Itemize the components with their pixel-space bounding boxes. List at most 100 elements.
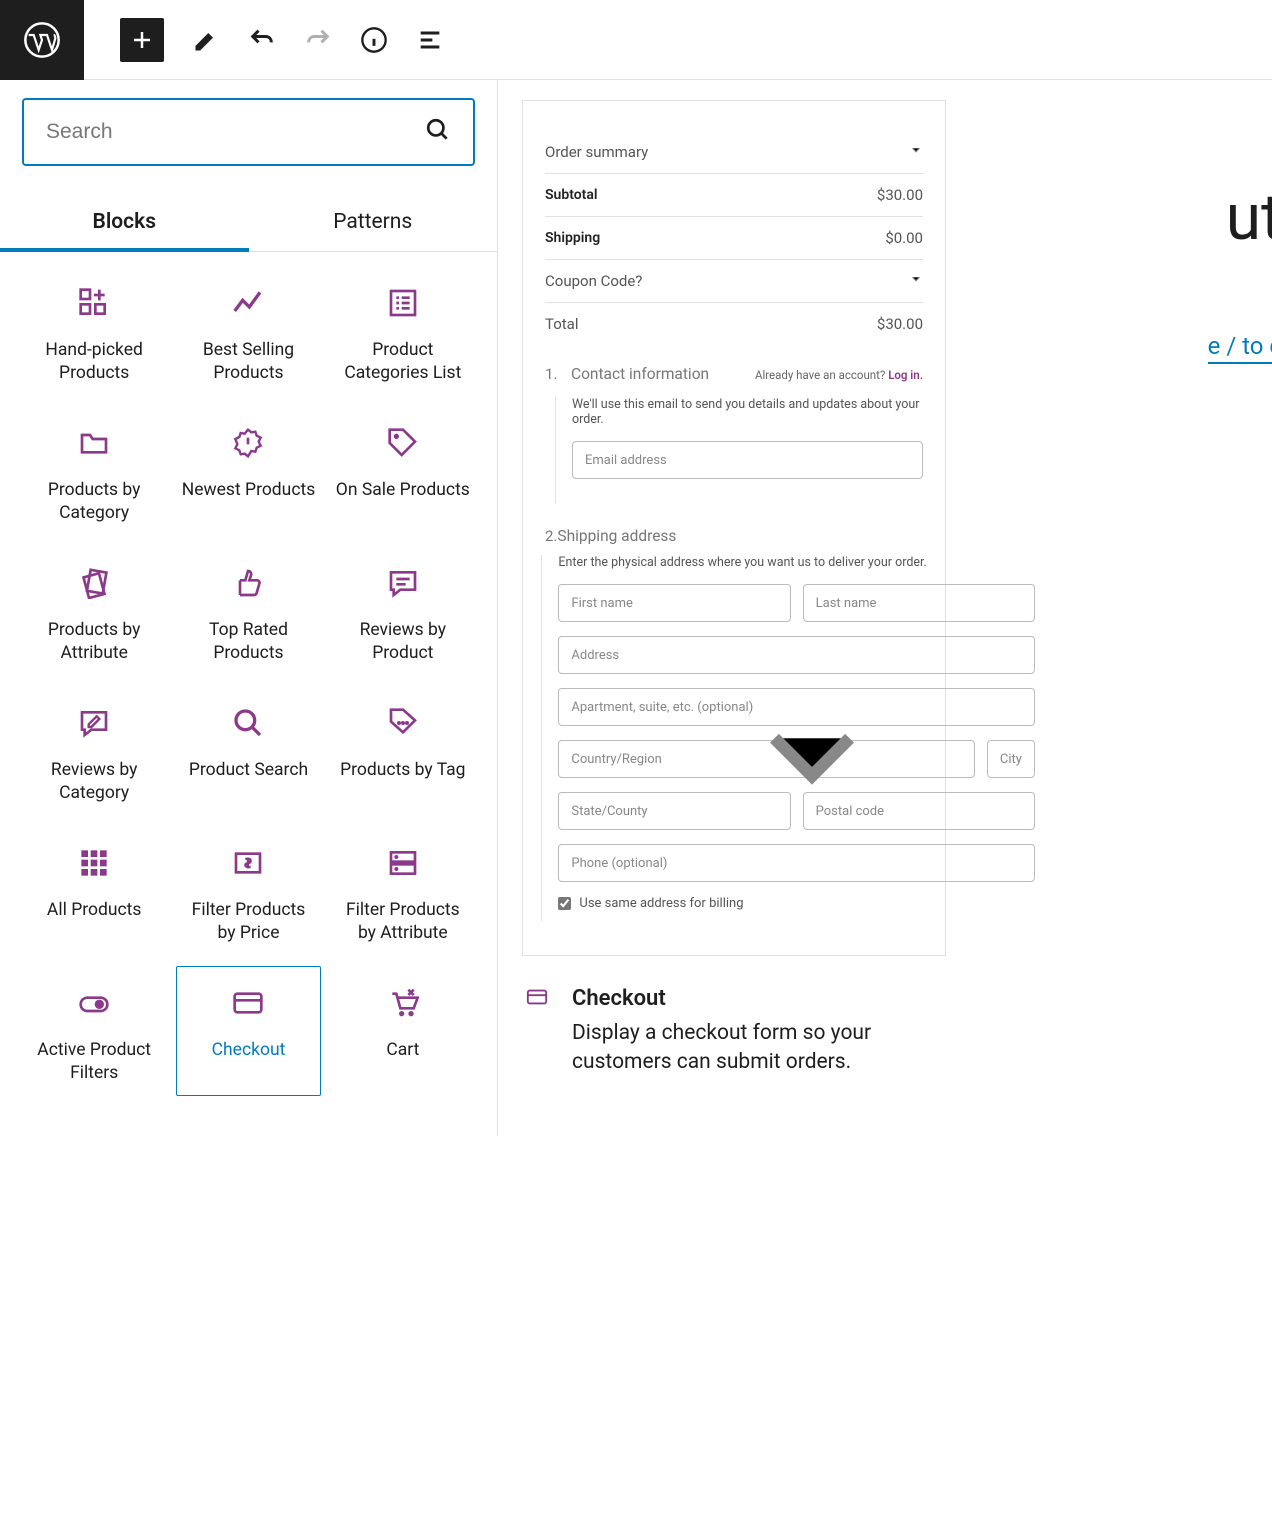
add-block-button[interactable] — [120, 18, 164, 62]
block-newest[interactable]: Newest Products — [176, 406, 320, 536]
info-icon[interactable] — [360, 26, 388, 54]
trend-icon — [230, 285, 266, 321]
login-prompt: Already have an account? Log in. — [755, 368, 923, 382]
search-icon — [425, 117, 451, 147]
block-activefilters[interactable]: Active Product Filters — [22, 966, 166, 1096]
block-filterattr[interactable]: Filter Products by Attribute — [331, 826, 475, 956]
block-checkout[interactable]: Checkout — [176, 966, 320, 1096]
block-label: On Sale Products — [336, 479, 470, 502]
coupon-label: Coupon Code? — [545, 272, 642, 290]
block-label: Active Product Filters — [27, 1039, 161, 1085]
block-bycategory[interactable]: Products by Category — [22, 406, 166, 536]
review-edit-icon — [76, 705, 112, 741]
cart-icon — [385, 985, 421, 1021]
inserter-tabs: Blocks Patterns — [0, 196, 497, 252]
email-field[interactable]: Email address — [572, 441, 923, 479]
total-label: Total — [545, 315, 579, 333]
block-revcategory[interactable]: Reviews by Category — [22, 686, 166, 816]
city-field[interactable]: City — [987, 740, 1035, 778]
block-revproduct[interactable]: Reviews by Product — [331, 546, 475, 676]
block-label: Filter Products by Price — [181, 899, 315, 945]
edit-icon[interactable] — [192, 26, 220, 54]
preview-pane: Order summary Subtotal $30.00 Shipping $0.… — [498, 80, 1272, 1136]
toggle-icon — [76, 985, 112, 1021]
block-label: Checkout — [212, 1039, 286, 1062]
tab-patterns[interactable]: Patterns — [249, 196, 498, 251]
block-label: Filter Products by Attribute — [336, 899, 470, 945]
block-label: Cart — [386, 1039, 419, 1062]
undo-icon[interactable] — [248, 26, 276, 54]
card-icon — [522, 986, 552, 1012]
address-field[interactable]: Address — [558, 636, 1035, 674]
badge-new-icon — [230, 425, 266, 461]
block-cart[interactable]: Cart — [331, 966, 475, 1096]
info-desc: Display a checkout form so your customer… — [572, 1019, 946, 1078]
review-lines-icon — [385, 565, 421, 601]
block-label: Product Search — [189, 759, 308, 782]
thumbs-icon — [230, 565, 266, 601]
shipping-label: Shipping — [545, 230, 600, 246]
phone-field[interactable]: Phone (optional) — [558, 844, 1035, 882]
block-search[interactable] — [22, 98, 475, 166]
grid-plus-icon — [76, 285, 112, 321]
step-1-title: Contact information — [571, 365, 709, 383]
block-handpicked[interactable]: Hand-picked Products — [22, 266, 166, 396]
chevron-down-icon — [909, 272, 923, 290]
folder-icon — [76, 425, 112, 461]
card-icon — [230, 985, 266, 1021]
chevron-down-icon — [909, 143, 923, 161]
editor-topbar — [0, 0, 1272, 80]
subtotal-value: $30.00 — [877, 186, 923, 204]
server-icon — [385, 845, 421, 881]
order-summary-row[interactable]: Order summary — [545, 131, 923, 174]
block-label: Products by Tag — [340, 759, 465, 782]
outline-icon[interactable] — [416, 26, 444, 54]
order-summary-label: Order summary — [545, 143, 648, 161]
bg-page-subtitle: e / to c — [1208, 332, 1272, 364]
subtotal-label: Subtotal — [545, 187, 598, 203]
login-link[interactable]: Log in. — [888, 368, 923, 382]
block-label: Top Rated Products — [181, 619, 315, 665]
block-byattribute[interactable]: Products by Attribute — [22, 546, 166, 676]
coupon-row[interactable]: Coupon Code? — [545, 260, 923, 303]
grid9-icon — [76, 845, 112, 881]
block-label: Products by Attribute — [27, 619, 161, 665]
block-info: Checkout Display a checkout form so your… — [522, 986, 946, 1078]
block-search[interactable]: Product Search — [176, 686, 320, 816]
same-address-checkbox[interactable]: Use same address for billing — [558, 896, 1035, 911]
tag-icon — [385, 425, 421, 461]
search-input[interactable] — [46, 120, 425, 144]
step-2-title: Shipping address — [557, 527, 1035, 545]
block-label: All Products — [47, 899, 141, 922]
list-box-icon — [385, 285, 421, 321]
first-name-field[interactable]: First name — [558, 584, 790, 622]
block-label: Reviews by Product — [336, 619, 470, 665]
country-select[interactable]: Country/Region — [558, 740, 974, 778]
shipping-value: $0.00 — [885, 229, 923, 247]
step-1-desc: We'll use this email to send you details… — [572, 397, 923, 427]
block-filterprice[interactable]: Filter Products by Price — [176, 826, 320, 956]
last-name-field[interactable]: Last name — [803, 584, 1035, 622]
tag-dots-icon — [385, 705, 421, 741]
total-value: $30.00 — [877, 315, 923, 333]
block-label: Product Categories List — [336, 339, 470, 385]
block-grid: Hand-picked ProductsBest Selling Product… — [22, 266, 475, 1096]
block-toprated[interactable]: Top Rated Products — [176, 546, 320, 676]
tab-blocks[interactable]: Blocks — [0, 196, 249, 252]
block-allproducts[interactable]: All Products — [22, 826, 166, 956]
search-icon — [230, 705, 266, 741]
block-label: Reviews by Category — [27, 759, 161, 805]
redo-icon — [304, 26, 332, 54]
state-field[interactable]: State/County — [558, 792, 790, 830]
block-bestselling[interactable]: Best Selling Products — [176, 266, 320, 396]
block-bytag[interactable]: Products by Tag — [331, 686, 475, 816]
wordpress-logo[interactable] — [0, 0, 84, 80]
checkout-preview: Order summary Subtotal $30.00 Shipping $0.… — [522, 100, 946, 956]
block-label: Products by Category — [27, 479, 161, 525]
step-2-desc: Enter the physical address where you wan… — [558, 555, 1035, 570]
block-inserter-sidebar: Blocks Patterns Hand-picked ProductsBest… — [0, 80, 498, 1136]
block-onsale[interactable]: On Sale Products — [331, 406, 475, 536]
price-icon — [230, 845, 266, 881]
block-catlist[interactable]: Product Categories List — [331, 266, 475, 396]
postal-field[interactable]: Postal code — [803, 792, 1035, 830]
